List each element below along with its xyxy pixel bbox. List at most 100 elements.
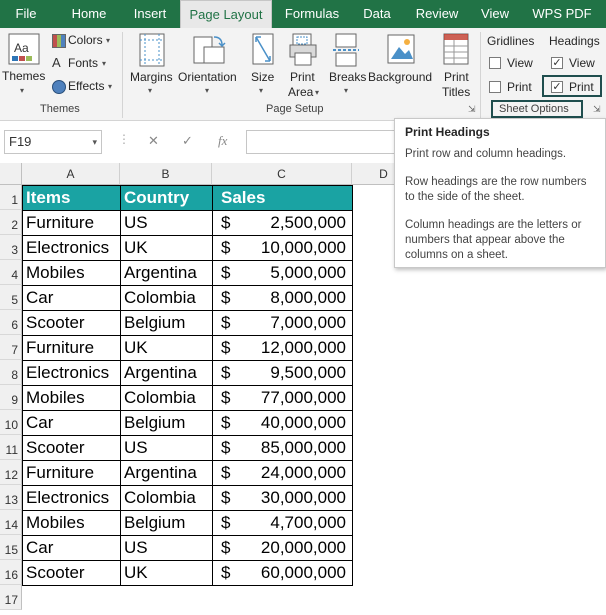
cancel-icon[interactable]: ✕ — [148, 133, 159, 149]
item-cell[interactable]: Furniture — [22, 210, 121, 236]
item-cell[interactable]: Car — [22, 285, 121, 311]
country-cell[interactable]: Belgium — [120, 310, 213, 336]
insert-function-icon[interactable]: fx — [218, 133, 227, 149]
sales-cell[interactable]: $24,000,000 — [212, 460, 353, 486]
sales-cell[interactable]: $85,000,000 — [212, 435, 353, 461]
column-header-c[interactable]: C — [212, 163, 352, 185]
headings-view-checkbox[interactable]: ✓ View — [551, 56, 601, 72]
country-cell[interactable]: Colombia — [120, 285, 213, 311]
sales-cell[interactable]: $60,000,000 — [212, 560, 353, 586]
country-cell[interactable]: Argentina — [120, 260, 213, 286]
tab-formulas[interactable]: Formulas — [278, 0, 346, 28]
item-cell[interactable]: Scooter — [22, 310, 121, 336]
name-box[interactable]: F19 ▾ — [4, 130, 102, 154]
enter-icon[interactable]: ✓ — [182, 133, 193, 149]
row-header[interactable]: 8 — [0, 360, 22, 385]
fonts-label: Fonts — [68, 56, 99, 70]
sales-cell[interactable]: $9,500,000 — [212, 360, 353, 386]
item-cell[interactable]: Car — [22, 410, 121, 436]
row-header[interactable]: 14 — [0, 510, 22, 535]
gridlines-print-checkbox[interactable]: Print — [489, 80, 539, 96]
sheet-options-dialog-launcher-icon[interactable]: ⇲ — [593, 104, 601, 115]
row-header[interactable]: 7 — [0, 335, 22, 360]
country-cell[interactable]: Colombia — [120, 485, 213, 511]
tab-view[interactable]: View — [472, 0, 518, 28]
item-cell[interactable]: Mobiles — [22, 260, 121, 286]
table-header-cell[interactable]: Items — [22, 185, 121, 211]
country-cell[interactable]: Argentina — [120, 360, 213, 386]
row-header[interactable]: 16 — [0, 560, 22, 585]
country-cell[interactable]: US — [120, 435, 213, 461]
row-header[interactable]: 3 — [0, 235, 22, 260]
row-header[interactable]: 2 — [0, 210, 22, 235]
sales-cell[interactable]: $8,000,000 — [212, 285, 353, 311]
country-cell[interactable]: US — [120, 210, 213, 236]
sales-cell[interactable]: $7,000,000 — [212, 310, 353, 336]
column-header-b[interactable]: B — [120, 163, 212, 185]
page-setup-dialog-launcher-icon[interactable]: ⇲ — [468, 104, 476, 115]
country-cell[interactable]: UK — [120, 235, 213, 261]
item-cell[interactable]: Mobiles — [22, 385, 121, 411]
item-cell[interactable]: Furniture — [22, 460, 121, 486]
sales-cell[interactable]: $10,000,000 — [212, 235, 353, 261]
orientation-button[interactable]: Orientation ▾ — [178, 31, 240, 99]
row-header[interactable]: 10 — [0, 410, 22, 435]
tab-review[interactable]: Review — [408, 0, 466, 28]
item-cell[interactable]: Electronics — [22, 360, 121, 386]
background-button[interactable]: Background — [368, 31, 434, 99]
country-cell[interactable]: US — [120, 535, 213, 561]
tab-page-layout[interactable]: Page Layout — [180, 0, 272, 28]
country-cell[interactable]: Argentina — [120, 460, 213, 486]
sales-cell[interactable]: $40,000,000 — [212, 410, 353, 436]
row-header[interactable]: 5 — [0, 285, 22, 310]
sales-cell[interactable]: $20,000,000 — [212, 535, 353, 561]
row-header[interactable]: 13 — [0, 485, 22, 510]
country-cell[interactable]: UK — [120, 335, 213, 361]
tab-wps-pdf[interactable]: WPS PDF — [524, 0, 600, 28]
tab-data[interactable]: Data — [352, 0, 402, 28]
row-header[interactable]: 17 — [0, 585, 22, 610]
row-header[interactable]: 4 — [0, 260, 22, 285]
item-cell[interactable]: Mobiles — [22, 510, 121, 536]
row-header[interactable]: 9 — [0, 385, 22, 410]
sales-cell[interactable]: $12,000,000 — [212, 335, 353, 361]
tab-file[interactable]: File — [0, 0, 52, 28]
country-cell[interactable]: Colombia — [120, 385, 213, 411]
effects-button[interactable]: Effects ▾ — [50, 78, 116, 96]
row-header[interactable]: 11 — [0, 435, 22, 460]
breaks-button[interactable]: Breaks ▾ — [326, 31, 368, 99]
item-cell[interactable]: Car — [22, 535, 121, 561]
size-button[interactable]: Size ▾ — [246, 31, 280, 99]
colors-button[interactable]: Colors ▾ — [50, 32, 116, 50]
item-cell[interactable]: Furniture — [22, 335, 121, 361]
themes-button[interactable]: Aa Themes ▾ — [2, 31, 46, 99]
row-header[interactable]: 12 — [0, 460, 22, 485]
margins-button[interactable]: Margins ▾ — [128, 31, 176, 99]
item-cell[interactable]: Electronics — [22, 485, 121, 511]
sales-cell[interactable]: $2,500,000 — [212, 210, 353, 236]
item-cell[interactable]: Electronics — [22, 235, 121, 261]
table-header-cell[interactable]: Sales — [212, 185, 353, 211]
headings-print-checkbox[interactable]: ✓ Print — [551, 80, 599, 96]
country-cell[interactable]: UK — [120, 560, 213, 586]
sales-cell[interactable]: $4,700,000 — [212, 510, 353, 536]
print-titles-button[interactable]: Print Titles — [438, 31, 476, 99]
sales-cell[interactable]: $77,000,000 — [212, 385, 353, 411]
country-cell[interactable]: Belgium — [120, 410, 213, 436]
row-header[interactable]: 6 — [0, 310, 22, 335]
select-all-corner[interactable] — [0, 163, 22, 185]
column-header-a[interactable]: A — [22, 163, 120, 185]
row-header[interactable]: 1 — [0, 185, 22, 210]
tab-insert[interactable]: Insert — [124, 0, 176, 28]
gridlines-view-checkbox[interactable]: View — [489, 56, 539, 72]
country-cell[interactable]: Belgium — [120, 510, 213, 536]
print-area-button[interactable]: Print Area ▾ — [284, 31, 324, 99]
item-cell[interactable]: Scooter — [22, 560, 121, 586]
sales-cell[interactable]: $30,000,000 — [212, 485, 353, 511]
sales-cell[interactable]: $5,000,000 — [212, 260, 353, 286]
table-header-cell[interactable]: Country — [120, 185, 213, 211]
fonts-button[interactable]: A Fonts ▾ — [50, 55, 116, 73]
tab-home[interactable]: Home — [60, 0, 118, 28]
row-header[interactable]: 15 — [0, 535, 22, 560]
item-cell[interactable]: Scooter — [22, 435, 121, 461]
